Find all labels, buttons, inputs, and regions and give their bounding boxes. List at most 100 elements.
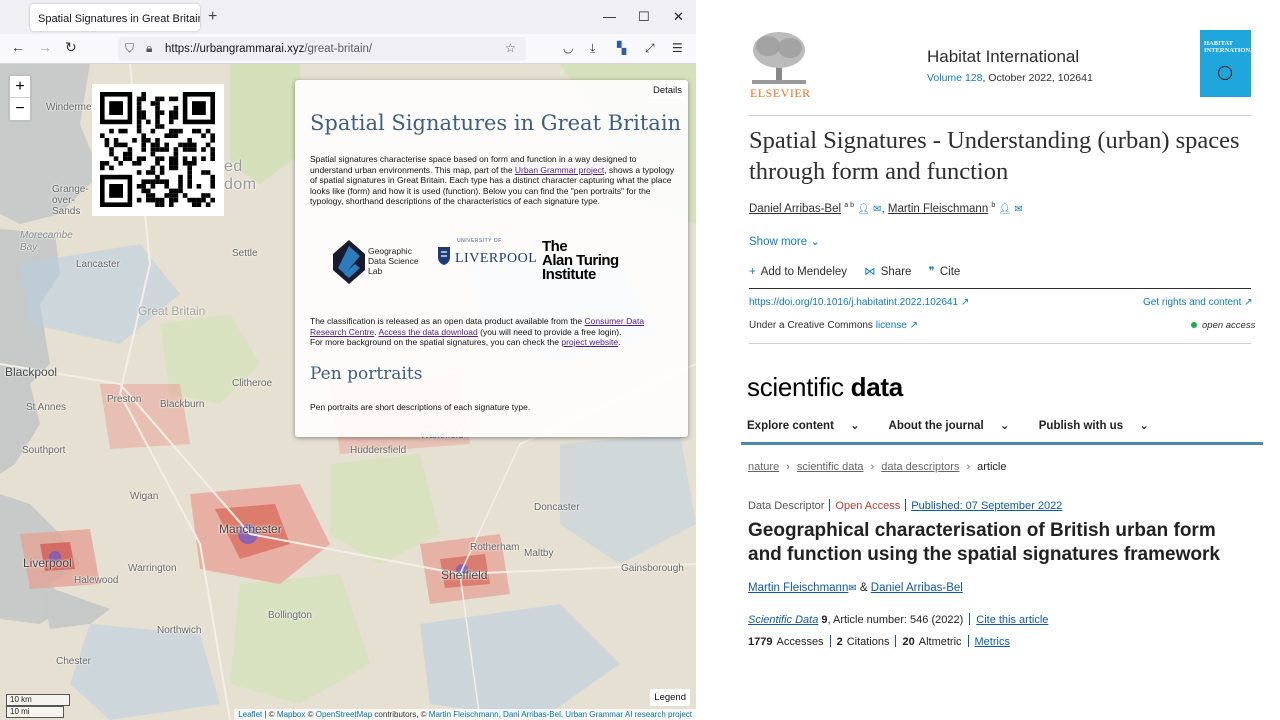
doi-link[interactable]: https://doi.org/10.1016/j.habitatint.202…: [749, 297, 969, 308]
nav-label: Publish with us: [1038, 420, 1124, 432]
author-arribas-bel[interactable]: Daniel Arribas-Bel: [749, 203, 841, 215]
qr-module: [141, 156, 146, 161]
journal-title[interactable]: Habitat International: [927, 47, 1079, 67]
qr-module: [118, 142, 123, 148]
close-window-icon[interactable]: ✕: [673, 9, 684, 25]
fullscreen-icon[interactable]: ⤢: [645, 41, 655, 56]
menu-icon[interactable]: ☰: [672, 41, 683, 55]
map-view[interactable]: Windermere ed dom Grange-over-Sands More…: [0, 64, 696, 720]
maximize-icon[interactable]: ☐: [638, 9, 650, 25]
qr-module: [150, 179, 156, 184]
url-text[interactable]: https://urbangrammarai.xyz/great-britain…: [165, 43, 372, 55]
qr-module: [187, 184, 192, 189]
crumb-nature[interactable]: nature: [748, 461, 779, 473]
article-title: Spatial Signatures - Understanding (urba…: [749, 127, 1240, 185]
author-fleischmann[interactable]: Martin Fleischmann: [888, 203, 988, 215]
extensions-icon[interactable]: ▚: [617, 41, 626, 55]
minimize-icon[interactable]: —: [603, 9, 616, 24]
new-tab-icon[interactable]: +: [208, 8, 217, 26]
rights-link[interactable]: Get rights and content ↗: [1143, 297, 1253, 308]
qr-module: [205, 193, 211, 198]
mapbox-link[interactable]: Mapbox: [277, 710, 305, 719]
qr-module: [141, 142, 146, 148]
nav-publish-with-us[interactable]: Publish with us ⌄: [1039, 420, 1162, 432]
qr-module: [169, 128, 174, 134]
map-label-blackburn: Blackburn: [160, 399, 205, 410]
tab-title: Spatial Signatures in Great Britain: [38, 13, 200, 25]
volume-link[interactable]: Volume 128: [927, 72, 982, 84]
author-list: Martin Fleischmann✉ & Daniel Arribas-Bel: [748, 582, 963, 594]
license-link[interactable]: license: [876, 320, 907, 331]
qr-module: [169, 197, 174, 203]
back-icon[interactable]: ←: [11, 39, 25, 55]
qr-module: [201, 193, 206, 198]
journal-cover[interactable]: HABITAT INTERNATIONAL: [1200, 30, 1259, 97]
qr-module: [210, 179, 215, 184]
metrics-link[interactable]: Metrics: [975, 636, 1010, 648]
osm-link[interactable]: OpenStreetMap: [316, 710, 372, 719]
qr-module: [201, 133, 206, 138]
lock-icon[interactable]: 🔒︎: [146, 41, 152, 56]
liverpool-logo-name: LIVERPOOL: [455, 251, 538, 266]
cite-article-link[interactable]: Cite this article: [976, 614, 1048, 626]
journal-link[interactable]: Scientific Data: [748, 614, 818, 626]
qr-module: [141, 92, 146, 97]
qr-module: [100, 165, 105, 171]
crumb-data-descriptors[interactable]: data descriptors: [881, 461, 959, 473]
qr-module: [201, 170, 206, 175]
pocket-icon[interactable]: ◡: [563, 41, 573, 55]
article-title: Geographical characterisation of British…: [748, 520, 1220, 565]
crumb-scientific-data[interactable]: scientific data: [797, 461, 864, 473]
download-icon[interactable]: ⤓: [590, 41, 595, 56]
gds-lab-mark: [333, 240, 365, 284]
crumb-current: article: [977, 461, 1007, 473]
journal-nav: Explore content ⌄ About the journal ⌄ Pu…: [747, 418, 1175, 432]
show-more-button[interactable]: Show more ⌄: [749, 234, 820, 248]
url-bar[interactable]: ⛉ 🔒︎ https://urbangrammarai.xyz/great-br…: [118, 37, 526, 61]
forward-icon[interactable]: →: [38, 39, 52, 55]
project-website-link[interactable]: project website: [561, 337, 618, 347]
qr-module: [159, 110, 165, 115]
separator: [905, 499, 907, 511]
qr-module: [123, 142, 128, 148]
qr-module: [104, 142, 110, 148]
reload-icon[interactable]: ↻: [65, 39, 77, 56]
class-text-a: The classification is released as an ope…: [310, 316, 585, 326]
authors-link[interactable]: Martin Fleischmann, Dani Arribas-Bel, Ur…: [429, 710, 692, 719]
published-date[interactable]: Published: 07 September 2022: [911, 500, 1062, 512]
author-fleischmann[interactable]: Martin Fleischmann: [748, 582, 848, 594]
author-arribas-bel[interactable]: Daniel Arribas-Bel: [871, 582, 963, 594]
email-icon[interactable]: ✉: [873, 204, 881, 215]
share-button[interactable]: ⋈ Share: [864, 266, 911, 278]
qr-module: [205, 170, 211, 175]
shield-icon[interactable]: ⛉: [125, 41, 134, 56]
qr-module: [104, 161, 110, 166]
nav-about-journal[interactable]: About the journal ⌄: [889, 420, 1023, 432]
browser-window: Spatial Signatures in Great Britain + — …: [0, 0, 696, 720]
bookmark-star-icon[interactable]: ☆: [505, 41, 516, 55]
rights-text: Get rights and content: [1143, 297, 1242, 308]
data-download-link[interactable]: Access the data download: [379, 327, 478, 337]
cite-button[interactable]: ❞ Cite: [929, 266, 961, 278]
person-icon[interactable]: 👤︎: [857, 204, 870, 215]
details-button[interactable]: Details: [648, 82, 686, 99]
class-text-e: .: [618, 337, 621, 348]
legend-button[interactable]: Legend: [650, 689, 690, 706]
add-mendeley-button[interactable]: + Add to Mendeley: [749, 266, 847, 278]
map-label-sheffield: Sheffield: [441, 568, 488, 582]
panel-intro: Spatial signatures characterise space ba…: [310, 154, 675, 207]
qr-module: [150, 151, 156, 157]
leaflet-link[interactable]: Leaflet: [238, 710, 262, 719]
email-icon[interactable]: ✉: [1014, 204, 1022, 215]
urban-grammar-link[interactable]: Urban Grammar project: [515, 165, 604, 175]
browser-tab[interactable]: Spatial Signatures in Great Britain: [30, 4, 200, 31]
zoom-out-button[interactable]: −: [10, 98, 30, 120]
scientific-data-logo[interactable]: scientific data: [747, 372, 903, 403]
zoom-in-button[interactable]: +: [10, 76, 30, 98]
qr-module: [155, 105, 160, 111]
email-icon[interactable]: ✉: [848, 583, 856, 594]
person-icon[interactable]: 👤︎: [999, 204, 1012, 215]
author-list: Daniel Arribas-Bel a b 👤︎ ✉, Martin Flei…: [749, 202, 1023, 215]
elsevier-wordmark[interactable]: ELSEVIER: [750, 86, 811, 101]
nav-explore-content[interactable]: Explore content ⌄: [747, 420, 873, 432]
